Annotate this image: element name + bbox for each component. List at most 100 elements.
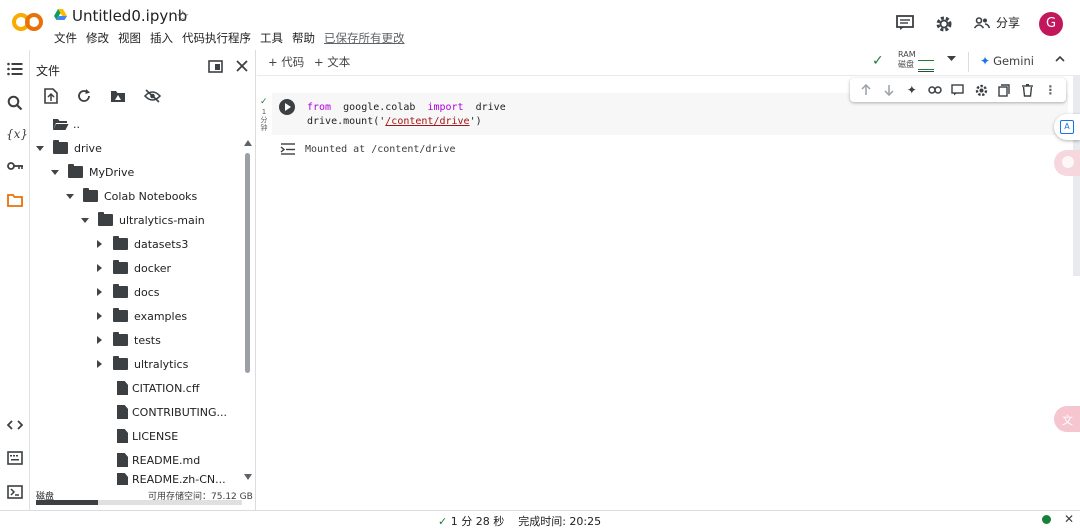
- notebook-scrollbar[interactable]: [1073, 76, 1080, 276]
- tree-item-drive[interactable]: drive: [36, 137, 102, 159]
- connection-status-dot: [1042, 515, 1051, 524]
- notebook-title[interactable]: Untitled0.ipynb: [72, 7, 187, 25]
- refresh-icon[interactable]: [77, 89, 91, 103]
- command-palette-icon[interactable]: [7, 451, 25, 469]
- key-icon[interactable]: [7, 161, 25, 179]
- chevron-up-icon[interactable]: [1055, 55, 1065, 62]
- tree-item-readme[interactable]: README.md: [117, 449, 200, 471]
- translate-float-button[interactable]: A: [1054, 114, 1080, 140]
- delete-icon[interactable]: [1019, 82, 1035, 98]
- hide-files-icon[interactable]: [144, 89, 161, 103]
- search-icon[interactable]: [7, 95, 25, 113]
- code-name: drive: [475, 102, 506, 113]
- add-text-button[interactable]: + 文本: [314, 54, 350, 70]
- translate-float-button-2[interactable]: 文: [1054, 406, 1080, 432]
- folder-icon: [83, 188, 98, 202]
- code-editor[interactable]: from google.colab import drive drive.mou…: [307, 101, 506, 129]
- chevron-down-icon[interactable]: [51, 169, 59, 175]
- tree-item-datasets3[interactable]: datasets3: [97, 233, 188, 255]
- execution-time: 1 分钟: [260, 108, 268, 132]
- tree-item-docs[interactable]: docs: [97, 281, 160, 303]
- tree-item-license[interactable]: LICENSE: [117, 425, 178, 447]
- chevron-right-icon[interactable]: [97, 336, 102, 344]
- menu-runtime[interactable]: 代码执行程序: [182, 30, 251, 46]
- tree-item-tests[interactable]: tests: [97, 329, 161, 351]
- scroll-up-arrow[interactable]: [244, 140, 252, 146]
- file-panel-scrollbar[interactable]: [245, 153, 250, 373]
- assistant-icon: [1062, 156, 1074, 168]
- move-down-icon[interactable]: [881, 82, 897, 98]
- execution-check-icon: ✓: [260, 97, 268, 107]
- share-button[interactable]: 分享: [974, 14, 1020, 31]
- close-icon[interactable]: [236, 60, 248, 72]
- file-icon: [117, 381, 128, 395]
- folder-icon[interactable]: [7, 193, 25, 211]
- menu-help[interactable]: 帮助: [292, 30, 315, 46]
- tree-item-parent[interactable]: ..: [52, 113, 80, 135]
- saved-status[interactable]: 已保存所有更改: [324, 30, 405, 46]
- scroll-down-arrow[interactable]: [244, 474, 252, 480]
- tree-item-colab-notebooks[interactable]: Colab Notebooks: [66, 185, 197, 207]
- run-cell-button[interactable]: [279, 99, 295, 115]
- assistant-float-button[interactable]: [1054, 150, 1080, 176]
- connected-check-icon[interactable]: ✓: [872, 53, 884, 69]
- comment-icon[interactable]: [896, 15, 914, 31]
- code-keyword: from: [307, 102, 332, 113]
- comment-icon[interactable]: [950, 82, 966, 98]
- menu-view[interactable]: 视图: [118, 30, 141, 46]
- star-icon[interactable]: ☆: [176, 7, 189, 25]
- gear-icon[interactable]: [973, 82, 989, 98]
- close-icon[interactable]: ✕: [1064, 512, 1074, 526]
- chevron-right-icon[interactable]: [97, 360, 102, 368]
- gear-icon[interactable]: [935, 15, 953, 33]
- output-actions-icon[interactable]: [280, 143, 296, 155]
- link-icon[interactable]: [927, 82, 943, 98]
- file-panel-title: 文件: [36, 64, 61, 78]
- upload-icon[interactable]: [44, 88, 58, 104]
- new-window-icon[interactable]: [208, 60, 223, 73]
- chevron-right-icon[interactable]: [97, 240, 102, 248]
- gemini-button[interactable]: ✦ Gemini: [980, 54, 1034, 68]
- resource-meter[interactable]: [918, 52, 934, 72]
- gemini-label: Gemini: [993, 54, 1034, 68]
- chevron-down-icon[interactable]: [36, 145, 44, 151]
- tree-item-ultralytics-main[interactable]: ultralytics-main: [81, 209, 205, 231]
- menu-file[interactable]: 文件: [54, 30, 77, 46]
- tree-item-contributing[interactable]: CONTRIBUTING...: [117, 401, 227, 423]
- code-string[interactable]: /content/drive: [385, 116, 469, 127]
- tree-item-examples[interactable]: examples: [97, 305, 187, 327]
- chevron-right-icon[interactable]: [97, 264, 102, 272]
- chevron-down-icon[interactable]: [81, 217, 89, 223]
- sparkle-icon: ✦: [980, 54, 991, 68]
- more-vert-icon[interactable]: ⋮: [1042, 82, 1058, 98]
- menu-insert[interactable]: 插入: [150, 30, 173, 46]
- mirror-cell-icon[interactable]: [996, 82, 1012, 98]
- chevron-down-icon[interactable]: [66, 193, 74, 199]
- toc-icon[interactable]: [7, 62, 25, 80]
- chevron-right-icon[interactable]: [97, 312, 102, 320]
- chevron-down-icon[interactable]: [947, 56, 956, 62]
- move-up-icon[interactable]: [858, 82, 874, 98]
- avatar[interactable]: G: [1039, 12, 1063, 36]
- terminal-icon[interactable]: [7, 485, 25, 503]
- folder-icon: [113, 332, 128, 346]
- menu-edit[interactable]: 修改: [86, 30, 109, 46]
- tree-item-label: drive: [74, 141, 102, 155]
- people-icon: [974, 16, 990, 29]
- tree-item-label: LICENSE: [132, 429, 179, 443]
- tree-item-label: README.md: [132, 453, 201, 467]
- variables-icon[interactable]: {x}: [6, 127, 28, 145]
- sparkle-icon[interactable]: ✦: [904, 82, 920, 98]
- mount-drive-icon[interactable]: [110, 89, 126, 103]
- resource-labels[interactable]: RAM 磁盘: [898, 50, 916, 70]
- tree-item-mydrive[interactable]: MyDrive: [51, 161, 134, 183]
- chevron-right-icon[interactable]: [97, 288, 102, 296]
- tree-item-readme-zh[interactable]: README.zh-CN...: [117, 473, 226, 485]
- tree-item-docker[interactable]: docker: [97, 257, 171, 279]
- menu-tools[interactable]: 工具: [260, 30, 283, 46]
- tree-item-ultralytics[interactable]: ultralytics: [97, 353, 188, 375]
- colab-logo[interactable]: [12, 10, 44, 34]
- code-snippets-icon[interactable]: [7, 419, 25, 437]
- tree-item-citation[interactable]: CITATION.cff: [117, 377, 199, 399]
- add-code-button[interactable]: + 代码: [268, 54, 304, 70]
